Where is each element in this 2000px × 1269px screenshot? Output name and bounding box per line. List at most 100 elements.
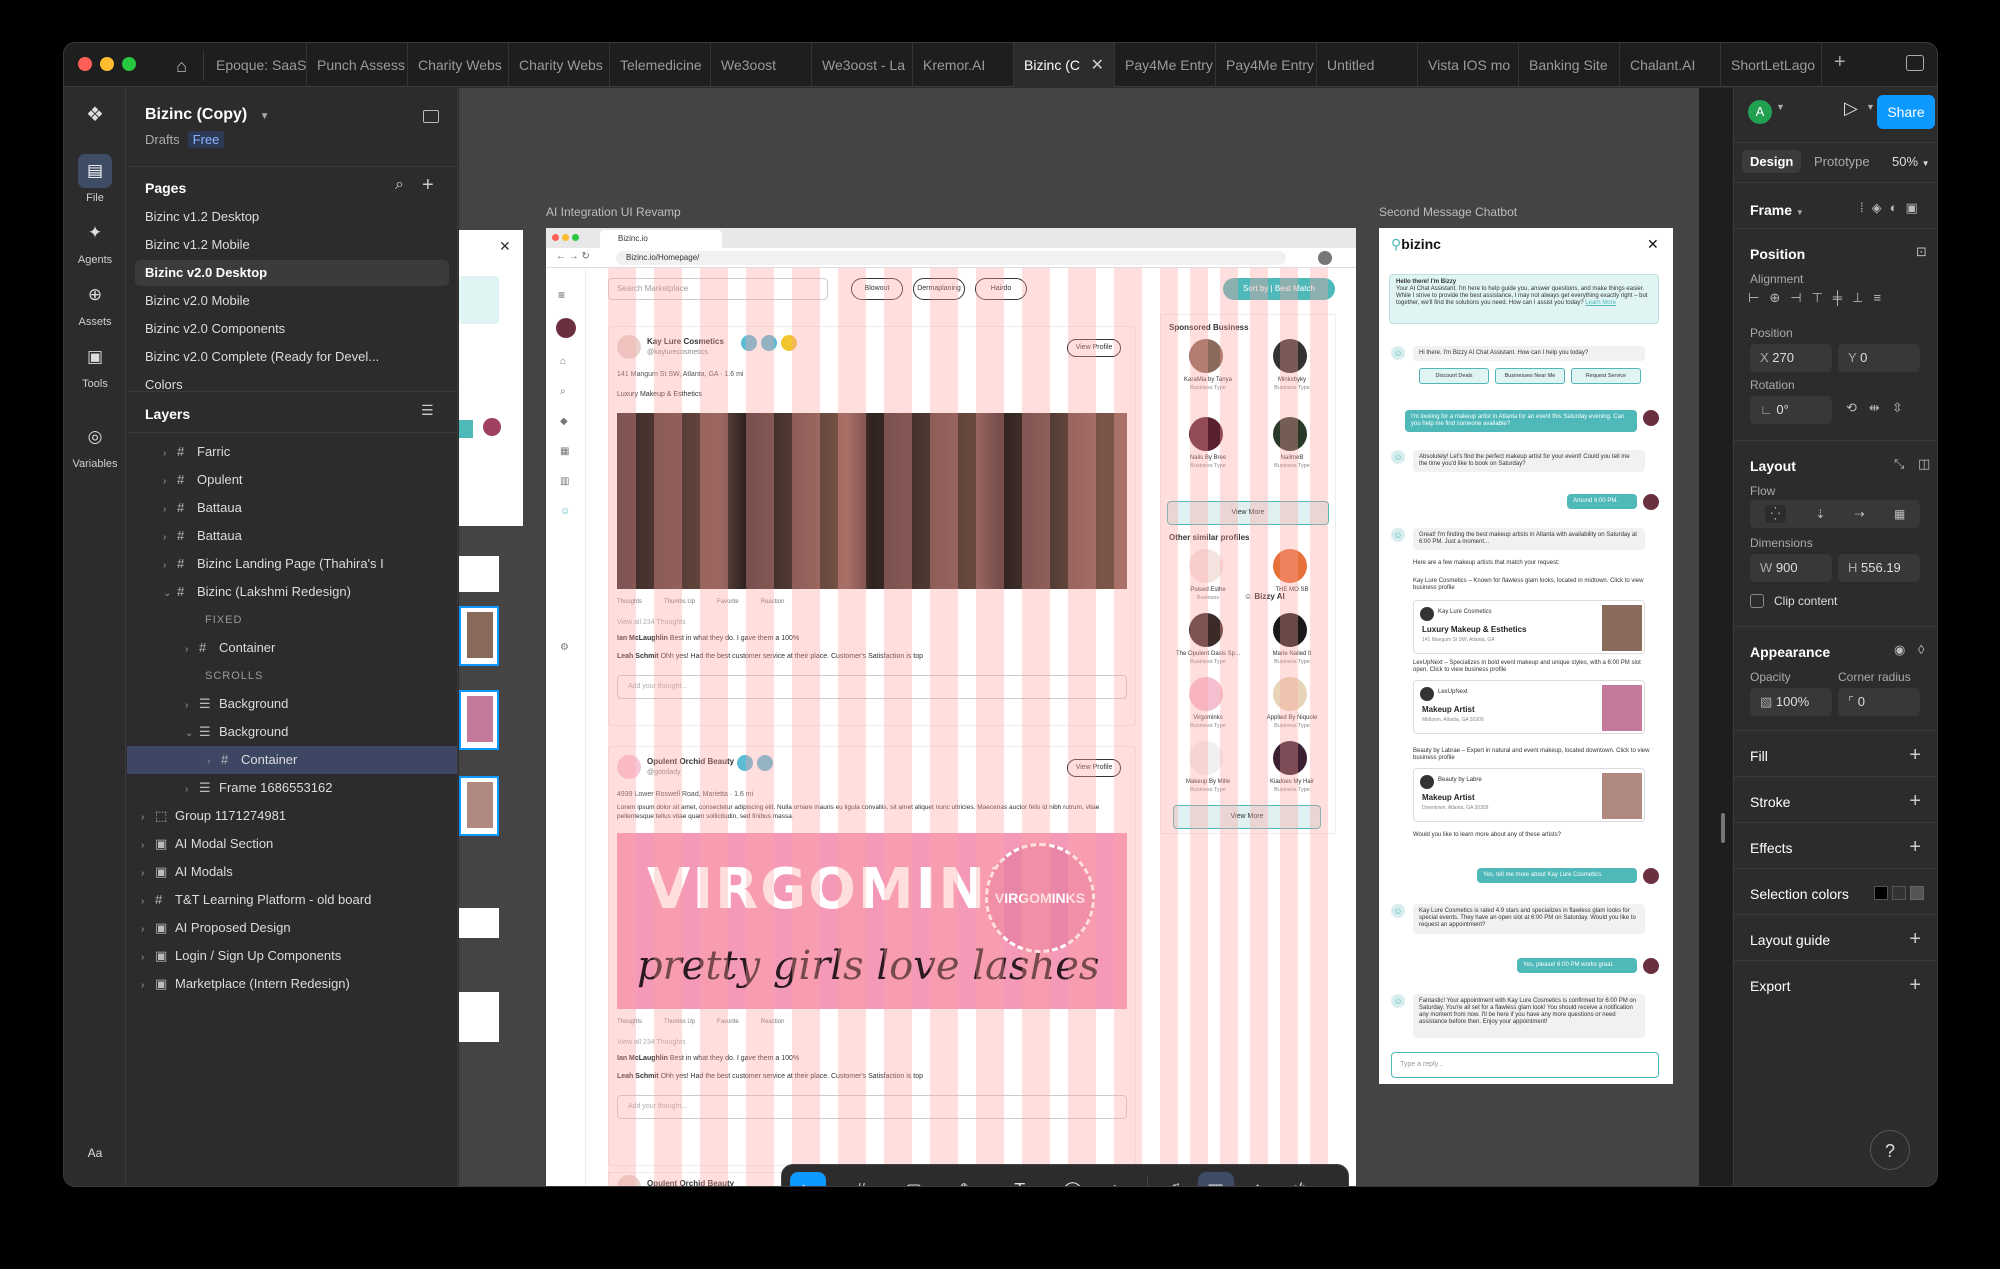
page-item[interactable]: Bizinc v1.2 Desktop bbox=[135, 204, 449, 230]
layer-row[interactable]: › # Bizinc Landing Page (Thahira's I bbox=[127, 550, 457, 578]
tab-item[interactable]: Banking Site bbox=[1519, 43, 1620, 87]
tab-item[interactable]: ShortLetLago bbox=[1721, 43, 1822, 87]
move-tool-icon[interactable]: ➤ bbox=[790, 1172, 826, 1186]
blend-mode-drop-icon[interactable]: ◊ bbox=[1918, 642, 1924, 657]
align-top-icon[interactable]: ⊤ bbox=[1812, 290, 1823, 306]
plan-badge[interactable]: Free bbox=[187, 131, 225, 148]
chevron-right-icon[interactable]: › bbox=[207, 748, 221, 776]
zoom-dropdown[interactable]: 50% ▼ bbox=[1892, 154, 1930, 169]
post-image-banner[interactable]: VIRGOMINKS pretty girls love lashes VIRG… bbox=[617, 833, 1127, 1009]
store-icon[interactable]: ▦ bbox=[560, 446, 569, 457]
tab-item[interactable]: Chalant.AI bbox=[1620, 43, 1721, 87]
rail-agents[interactable]: ✦ Agents bbox=[64, 216, 126, 266]
figma-logo-icon[interactable]: ❖ bbox=[82, 102, 108, 130]
layer-row[interactable]: › ☰ Background bbox=[127, 690, 457, 718]
layer-row[interactable]: › # Container bbox=[127, 746, 457, 774]
component-mode-icon[interactable]: ◇ bbox=[1240, 1172, 1276, 1187]
chevron-right-icon[interactable]: › bbox=[141, 832, 155, 860]
flow-vertical-icon[interactable]: ⇣ bbox=[1815, 507, 1825, 521]
flip-horizontal-icon[interactable]: ⇹ bbox=[1869, 400, 1880, 416]
layer-row[interactable]: › ▣ AI Modals bbox=[127, 858, 457, 886]
chevron-down-icon[interactable]: ▼ bbox=[881, 1185, 890, 1186]
chevron-right-icon[interactable]: › bbox=[141, 888, 155, 916]
corner-radius-input[interactable]: ⌜ 0 bbox=[1838, 688, 1920, 716]
tab-item[interactable]: Pay4Me Entry bbox=[1115, 43, 1216, 87]
pen-tool-icon[interactable]: ✎ bbox=[949, 1172, 985, 1187]
constraints-icon[interactable]: ⊡ bbox=[1916, 244, 1927, 260]
layer-row[interactable]: › ▣ Marketplace (Intern Redesign) bbox=[127, 970, 457, 998]
layer-row[interactable]: › ▣ AI Proposed Design bbox=[127, 914, 457, 942]
visibility-eye-icon[interactable]: ◉ bbox=[1894, 642, 1905, 658]
layer-row[interactable]: › ▣ Login / Sign Up Components bbox=[127, 942, 457, 970]
settings-gear-icon[interactable]: ⚙ bbox=[560, 642, 569, 653]
chevron-right-icon[interactable]: › bbox=[163, 524, 177, 552]
distribute-icon[interactable]: ≡ bbox=[1873, 290, 1881, 306]
search-icon[interactable]: ⌕ bbox=[560, 386, 566, 397]
align-right-icon[interactable]: ⊣ bbox=[1790, 290, 1801, 306]
layer-row[interactable]: › # Battaua bbox=[127, 494, 457, 522]
home-icon[interactable]: ⌂ bbox=[160, 51, 204, 81]
chevron-down-icon[interactable]: ⌄ bbox=[163, 580, 177, 608]
page-item[interactable]: Bizinc v2.0 Mobile bbox=[135, 288, 449, 314]
color-swatch[interactable] bbox=[1874, 886, 1888, 900]
tab-item[interactable]: Pay4Me Entry bbox=[1216, 43, 1317, 87]
home-icon[interactable]: ⌂ bbox=[560, 356, 566, 367]
chevron-right-icon[interactable]: › bbox=[163, 552, 177, 580]
add-fill-plus-icon[interactable]: + bbox=[1909, 744, 1921, 767]
layer-row[interactable]: › # Battaua bbox=[127, 522, 457, 550]
actions-tool-icon[interactable]: ⁘ bbox=[1097, 1172, 1133, 1187]
add-stroke-plus-icon[interactable]: + bbox=[1909, 790, 1921, 813]
layer-row[interactable]: › # Farric bbox=[127, 438, 457, 466]
add-thought-input[interactable]: Add your thought... bbox=[617, 1095, 1127, 1119]
design-mode-icon[interactable]: ▦ bbox=[1197, 1172, 1234, 1186]
layer-row[interactable]: › # T&T Learning Platform - old board bbox=[127, 886, 457, 914]
rotate-icon[interactable]: ⟲ bbox=[1846, 400, 1857, 416]
chevron-down-icon[interactable]: ▼ bbox=[934, 1185, 943, 1186]
new-tab-plus-icon[interactable]: + bbox=[1834, 51, 1846, 74]
flow-horizontal-icon[interactable]: ⇢ bbox=[1855, 507, 1865, 521]
learn-more-link[interactable]: Learn More bbox=[1585, 300, 1616, 306]
help-button[interactable]: ? bbox=[1870, 1130, 1910, 1170]
rail-variables[interactable]: ◎ Variables bbox=[64, 420, 126, 470]
frame-ai-integration[interactable]: Bizinc.io ← → ↻ Bizinc.io/Homepage/ ≡ ⌂ … bbox=[546, 228, 1356, 1186]
quick-reply-button[interactable]: Businesses Near Me bbox=[1495, 368, 1565, 384]
chevron-down-icon[interactable]: ⌄ bbox=[185, 720, 199, 748]
minimize-window-button[interactable] bbox=[100, 57, 114, 71]
search-icon[interactable]: ⌕ bbox=[395, 176, 404, 194]
frame-label-ai-integration[interactable]: AI Integration UI Revamp bbox=[546, 205, 681, 219]
quick-reply-button[interactable]: Request Service bbox=[1571, 368, 1641, 384]
chevron-right-icon[interactable]: › bbox=[141, 804, 155, 832]
browser-tab[interactable]: Bizinc.io bbox=[600, 230, 722, 248]
file-title[interactable]: Bizinc (Copy) ▼ bbox=[145, 106, 270, 124]
add-layout-guide-plus-icon[interactable]: + bbox=[1909, 928, 1921, 951]
offscreen-frame-left[interactable]: ✕ bbox=[459, 230, 523, 526]
chevron-right-icon[interactable]: › bbox=[185, 636, 199, 664]
vertical-scrollbar[interactable] bbox=[1721, 813, 1725, 843]
page-item[interactable]: Bizinc v2.0 Desktop bbox=[135, 260, 449, 286]
page-item[interactable]: Bizinc v1.2 Mobile bbox=[135, 232, 449, 258]
frame-actions-icons[interactable]: ⁞◈◐▣ bbox=[1860, 200, 1926, 216]
rail-tools[interactable]: ▣ Tools bbox=[64, 340, 126, 390]
chevron-down-icon[interactable]: ▼ bbox=[828, 1185, 837, 1186]
chevron-right-icon[interactable]: › bbox=[185, 692, 199, 720]
align-middle-icon[interactable]: ╪ bbox=[1833, 290, 1842, 306]
color-swatch[interactable] bbox=[1910, 886, 1924, 900]
close-window-button[interactable] bbox=[78, 57, 92, 71]
flow-grid-icon[interactable]: ▦ bbox=[1894, 507, 1905, 521]
frame-label-chatbot[interactable]: Second Message Chatbot bbox=[1379, 205, 1517, 219]
business-card[interactable]: LexUpNext Makeup Artist Midtown, Atlanta, … bbox=[1413, 680, 1645, 734]
chevron-down-icon[interactable]: ▼ bbox=[987, 1185, 996, 1186]
sidebar-toggle-icon[interactable] bbox=[423, 110, 439, 123]
clip-content-checkbox[interactable] bbox=[1750, 594, 1764, 608]
layer-row[interactable]: ⌄ ☰ Background bbox=[127, 718, 457, 746]
page-item[interactable]: Colors bbox=[135, 372, 449, 398]
tab-item[interactable]: Untitled bbox=[1317, 43, 1418, 87]
rotation-input[interactable]: ∟ 0° bbox=[1750, 396, 1832, 424]
close-tab-icon[interactable]: ✕ bbox=[1091, 55, 1104, 75]
frame-tool-icon[interactable]: # bbox=[843, 1172, 879, 1187]
text-tool-icon[interactable]: T bbox=[1002, 1172, 1038, 1187]
add-export-plus-icon[interactable]: + bbox=[1909, 974, 1921, 997]
chevron-right-icon[interactable]: › bbox=[141, 972, 155, 1000]
chevron-down-icon[interactable]: ▼ bbox=[1866, 102, 1875, 112]
tab-item[interactable]: We3oost bbox=[711, 43, 812, 87]
